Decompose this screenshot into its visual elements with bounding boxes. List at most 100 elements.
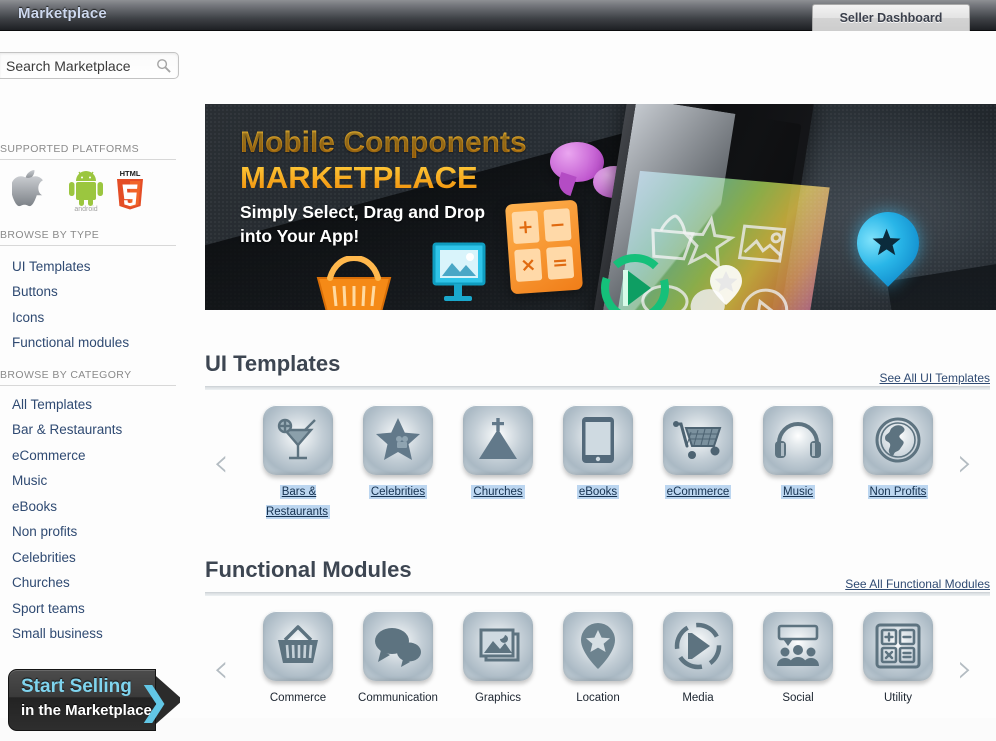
tile-media[interactable]: Media [648, 611, 748, 708]
tile-label-bars-restaurants[interactable]: Bars & Restaurants [248, 482, 348, 522]
tile-label-utility[interactable]: Utility [848, 688, 948, 708]
banner-headline-line1: Mobile Components [240, 126, 527, 159]
tile-label-commerce[interactable]: Commerce [248, 688, 348, 708]
html5-icon[interactable]: HTML [112, 166, 148, 212]
tile-label-graphics[interactable]: Graphics [448, 688, 548, 708]
sidebar-item-sport-teams[interactable]: Sport teams [12, 601, 85, 616]
tile-non-profits[interactable]: Non Profits [848, 405, 948, 502]
tile-social[interactable]: Social [748, 611, 848, 708]
sidebar-item-churches[interactable]: Churches [12, 575, 70, 590]
tile-label-location[interactable]: Location [548, 688, 648, 708]
globe-icon [875, 417, 921, 463]
headphones-icon [775, 422, 821, 458]
tile-label-ecommerce[interactable]: eCommerce [648, 482, 748, 502]
tile-graphics[interactable]: Graphics [448, 611, 548, 708]
android-icon[interactable]: android [64, 170, 108, 212]
start-selling-line2: in the Marketplace [21, 702, 152, 719]
start-selling-line1: Start Selling [21, 676, 132, 697]
tile-icon-communication [363, 611, 433, 681]
sidebar-item-buttons[interactable]: Buttons [12, 284, 58, 299]
sidebar-item-all-templates[interactable]: All Templates [12, 397, 92, 412]
tile-icon-ecommerce [663, 405, 733, 475]
section-divider-1 [205, 386, 990, 390]
tile-icon-media [663, 611, 733, 681]
search-icon[interactable] [156, 58, 171, 73]
sidebar-item-ebooks[interactable]: eBooks [12, 499, 57, 514]
people-icon [777, 624, 819, 666]
tile-location[interactable]: Location [548, 611, 648, 708]
browse-by-type-heading: BROWSE BY TYPE [0, 229, 176, 246]
platform-icons: android HTML [6, 169, 176, 212]
sidebar-item-small-business[interactable]: Small business [12, 626, 103, 641]
tile-label-music[interactable]: Music [748, 482, 848, 502]
sidebar-item-bar-restaurants[interactable]: Bar & Restaurants [12, 422, 122, 437]
tile-icon-graphics [463, 611, 533, 681]
search-input[interactable] [4, 53, 144, 78]
seller-dashboard-tab[interactable]: Seller Dashboard [812, 4, 970, 31]
tile-label-media[interactable]: Media [648, 688, 748, 708]
tile-label-text: Communication [358, 692, 438, 704]
pin-star-glyph [872, 228, 901, 256]
tile-bars-restaurants[interactable]: Bars & Restaurants [248, 405, 348, 522]
photos-icon [479, 628, 520, 662]
tile-icon-bars-restaurants [263, 405, 333, 475]
tile-label-social[interactable]: Social [748, 688, 848, 708]
sidebar-item-celebrities[interactable]: Celebrities [12, 550, 76, 565]
tile-label-text: Churches [471, 485, 525, 499]
tile-celebrities[interactable]: Celebrities [348, 405, 448, 502]
cocktail-icon [277, 418, 316, 460]
calculator-icon [875, 623, 921, 669]
tile-music[interactable]: Music [748, 405, 848, 502]
carousel-functional-modules: Commerce Communication Graphics Location… [205, 611, 991, 741]
main-content: + − × = Mobile Components MARKETPLACE Simp… [180, 31, 996, 718]
sidebar-item-non-profits[interactable]: Non profits [12, 524, 77, 539]
calculator-icon: + − × = [504, 199, 584, 295]
play-circle-icon [674, 622, 722, 670]
tile-icon-ebooks [563, 405, 633, 475]
section-title-ui-templates: UI Templates [205, 351, 341, 376]
tile-label-text: Commerce [269, 692, 327, 704]
tile-ebooks[interactable]: eBooks [548, 405, 648, 502]
tile-label-communication[interactable]: Communication [348, 688, 448, 708]
search-box[interactable] [0, 52, 179, 79]
chat-bubbles-icon [375, 628, 421, 667]
tablet-icon [582, 417, 614, 463]
sidebar-item-music[interactable]: Music [12, 473, 47, 488]
basket-icon [278, 625, 318, 663]
tile-label-text: Celebrities [368, 485, 428, 499]
tile-icon-location [563, 611, 633, 681]
see-all-functional-modules-link[interactable]: See All Functional Modules [845, 577, 990, 591]
tile-commerce[interactable]: Commerce [248, 611, 348, 708]
tile-icon-utility [863, 611, 933, 681]
carousel-ui-templates: Bars & Restaurants Celebrities Churches … [205, 405, 991, 550]
shopping-cart-icon [673, 421, 722, 459]
top-bar: Marketplace Seller Dashboard [0, 0, 996, 31]
tile-utility[interactable]: Utility [848, 611, 948, 708]
sidebar: SUPPORTED PLATFORMS android HTML [0, 31, 183, 731]
see-all-ui-templates-link[interactable]: See All UI Templates [879, 371, 990, 385]
sidebar-item-functional-modules[interactable]: Functional modules [12, 335, 129, 350]
promo-banner[interactable]: + − × = Mobile Components MARKETPLACE Simp… [205, 104, 996, 310]
tile-icon-commerce [263, 611, 333, 681]
svg-text:HTML: HTML [120, 169, 141, 178]
tile-label-text: Social [782, 692, 814, 704]
tile-icon-music [763, 405, 833, 475]
sidebar-item-ecommerce[interactable]: eCommerce [12, 448, 86, 463]
apple-icon[interactable] [12, 170, 46, 210]
tile-label-text: Bars & Restaurants [265, 485, 330, 519]
tile-label-text: Non Profits [867, 485, 929, 499]
supported-platforms-heading: SUPPORTED PLATFORMS [0, 143, 176, 160]
map-pin-star-icon [581, 623, 615, 669]
tile-label-non-profits[interactable]: Non Profits [848, 482, 948, 502]
tile-churches[interactable]: Churches [448, 405, 548, 502]
star-icon [376, 418, 420, 460]
start-selling-button[interactable]: Start Selling in the Marketplace ❯ [8, 669, 183, 731]
sidebar-item-icons[interactable]: Icons [12, 310, 44, 325]
tile-label-ebooks[interactable]: eBooks [548, 482, 648, 502]
tile-ecommerce[interactable]: eCommerce [648, 405, 748, 502]
sidebar-item-ui-templates[interactable]: UI Templates [12, 259, 91, 274]
browse-by-category-heading: BROWSE BY CATEGORY [0, 369, 176, 386]
tile-label-churches[interactable]: Churches [448, 482, 548, 502]
tile-communication[interactable]: Communication [348, 611, 448, 708]
tile-label-celebrities[interactable]: Celebrities [348, 482, 448, 502]
